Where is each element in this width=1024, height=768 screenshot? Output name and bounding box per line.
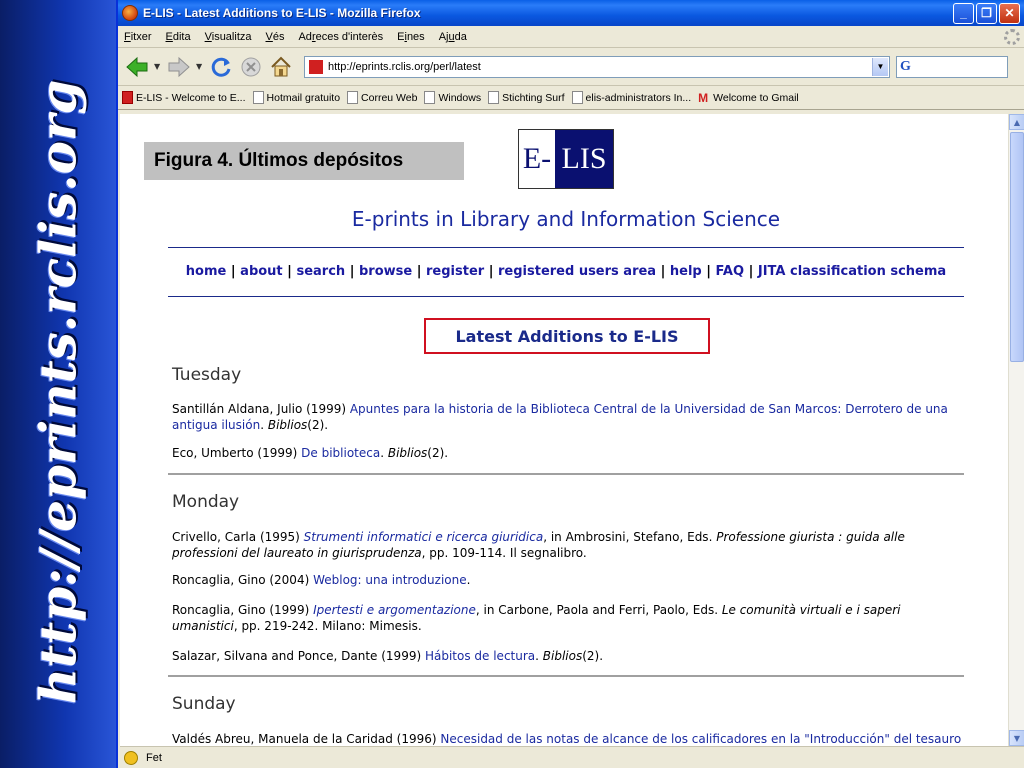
- site-title: E-prints in Library and Information Scie…: [351, 207, 781, 231]
- list-item: Roncaglia, Gino (1999) Ipertesti e argom…: [172, 603, 901, 633]
- menu-ves[interactable]: Vés: [266, 31, 285, 43]
- bookmark-elis[interactable]: E-LIS - Welcome to E...: [122, 91, 246, 104]
- header-rule-bottom: [168, 296, 964, 297]
- day-heading-sunday: Sunday: [172, 694, 236, 714]
- bookmarks-toolbar: E-LIS - Welcome to E... Hotmail gratuito…: [118, 86, 1024, 110]
- browser-window: E-LIS - Latest Additions to E-LIS - Mozi…: [116, 0, 1024, 768]
- scroll-down-icon[interactable]: ▼: [1009, 730, 1024, 746]
- bookmark-stichting-surf[interactable]: Stichting Surf: [488, 91, 565, 104]
- list-item: Valdés Abreu, Manuela de la Caridad (199…: [172, 732, 962, 746]
- search-box[interactable]: G: [896, 55, 1008, 78]
- menu-fitxer[interactable]: Fitxer: [124, 31, 152, 43]
- close-button[interactable]: ✕: [999, 2, 1020, 24]
- list-item: Salazar, Silvana and Ponce, Dante (1999)…: [172, 649, 604, 663]
- slide-side-band: http://eprints.rclis.org: [0, 0, 118, 768]
- site-nav: home | about | search | browse | registe…: [185, 264, 947, 279]
- list-item: Santillán Aldana, Julio (1999) Apuntes p…: [172, 402, 948, 432]
- eprint-link[interactable]: Necesidad de las notas de alcance de los…: [440, 732, 961, 746]
- eprint-link[interactable]: Strumenti informatici e ricerca giuridic…: [304, 530, 544, 544]
- logo-e: E-: [522, 142, 552, 175]
- nav-jita[interactable]: JITA classification schema: [758, 264, 946, 279]
- elis-logo[interactable]: E- LIS: [518, 129, 614, 189]
- logo-lis: LIS: [555, 130, 613, 188]
- list-item: Eco, Umberto (1999) De biblioteca. Bibli…: [172, 446, 449, 460]
- menu-bar: Fitxer Edita Visualitza Vés Adreces d'in…: [118, 26, 1024, 48]
- bookmark-windows[interactable]: Windows: [424, 91, 481, 104]
- back-icon[interactable]: [124, 54, 150, 80]
- navigation-toolbar: ▼ ▼ http://eprints.rclis.org/perl/latest…: [118, 48, 1024, 86]
- nav-help[interactable]: help: [670, 264, 702, 279]
- bookmark-gmail[interactable]: M Welcome to Gmail: [698, 92, 799, 104]
- reload-icon[interactable]: [208, 54, 234, 80]
- nav-browse[interactable]: browse: [359, 264, 412, 279]
- forward-icon[interactable]: [166, 54, 192, 80]
- page-icon: [488, 91, 500, 104]
- title-bar: E-LIS - Latest Additions to E-LIS - Mozi…: [118, 0, 1024, 26]
- status-text: Fet: [146, 751, 162, 764]
- day-separator: [168, 473, 964, 475]
- back-dropdown-icon[interactable]: ▼: [154, 62, 162, 71]
- day-heading-monday: Monday: [172, 492, 240, 512]
- page-icon: [252, 91, 264, 104]
- forward-dropdown-icon[interactable]: ▼: [196, 62, 204, 71]
- elis-favicon-icon: [122, 91, 133, 104]
- nav-registered-users-area[interactable]: registered users area: [498, 264, 656, 279]
- list-item: Roncaglia, Gino (2004) Weblog: una intro…: [172, 573, 471, 587]
- vertical-scrollbar[interactable]: ▲ ▼: [1008, 114, 1024, 746]
- throbber-icon: [1004, 29, 1020, 45]
- eprint-link[interactable]: Weblog: una introduzione: [313, 573, 467, 587]
- page-icon: [424, 91, 436, 104]
- menu-visualitza[interactable]: Visualitza: [205, 31, 252, 43]
- list-item: Crivello, Carla (1995) Strumenti informa…: [172, 530, 905, 560]
- url-history-dropdown-icon[interactable]: ▼: [872, 57, 888, 76]
- figure-caption: Figura 4. Últimos depósitos: [144, 142, 464, 180]
- slide-url-text: http://eprints.rclis.org: [28, 79, 88, 705]
- bookmark-correu-web[interactable]: Correu Web: [347, 91, 417, 104]
- page-icon: [347, 91, 359, 104]
- day-heading-tuesday: Tuesday: [172, 365, 242, 385]
- menu-eines[interactable]: Eines: [397, 31, 425, 43]
- nav-faq[interactable]: FAQ: [716, 264, 745, 279]
- menu-adreces[interactable]: Adreces d'interès: [298, 31, 383, 43]
- eprint-link[interactable]: De biblioteca: [301, 446, 380, 460]
- day-separator: [168, 675, 964, 677]
- minimize-button[interactable]: _: [953, 2, 974, 24]
- menu-edita[interactable]: Edita: [166, 31, 191, 43]
- address-bar[interactable]: http://eprints.rclis.org/perl/latest ▼: [304, 55, 890, 78]
- page-icon: [571, 91, 583, 104]
- page-content: Figura 4. Últimos depósitos E- LIS E-pri…: [120, 114, 1008, 746]
- nav-register[interactable]: register: [426, 264, 484, 279]
- nav-home[interactable]: home: [186, 264, 227, 279]
- eprint-link[interactable]: Hábitos de lectura: [425, 649, 535, 663]
- scrollbar-thumb[interactable]: [1010, 132, 1024, 362]
- scroll-up-icon[interactable]: ▲: [1009, 114, 1024, 130]
- window-title: E-LIS - Latest Additions to E-LIS - Mozi…: [143, 6, 421, 20]
- maximize-button[interactable]: ❐: [976, 2, 997, 24]
- google-search-icon[interactable]: G: [900, 59, 911, 75]
- url-text[interactable]: http://eprints.rclis.org/perl/latest: [328, 61, 872, 73]
- menu-ajuda[interactable]: Ajuda: [439, 31, 467, 43]
- gmail-icon: M: [698, 90, 709, 105]
- nav-about[interactable]: about: [240, 264, 282, 279]
- bookmark-elis-administrators[interactable]: elis-administrators In...: [571, 91, 691, 104]
- page-heading: Latest Additions to E-LIS: [424, 318, 710, 354]
- firefox-icon: [122, 5, 138, 21]
- bookmark-hotmail[interactable]: Hotmail gratuito: [252, 91, 340, 104]
- eprint-link[interactable]: Ipertesti e argomentazione: [313, 603, 476, 617]
- status-bar: Fet: [120, 746, 1024, 768]
- stop-icon[interactable]: [238, 54, 264, 80]
- home-icon[interactable]: [268, 54, 294, 80]
- status-icon: [124, 750, 138, 765]
- nav-search[interactable]: search: [296, 264, 345, 279]
- site-favicon-icon: [309, 59, 323, 74]
- header-rule-top: [168, 247, 964, 248]
